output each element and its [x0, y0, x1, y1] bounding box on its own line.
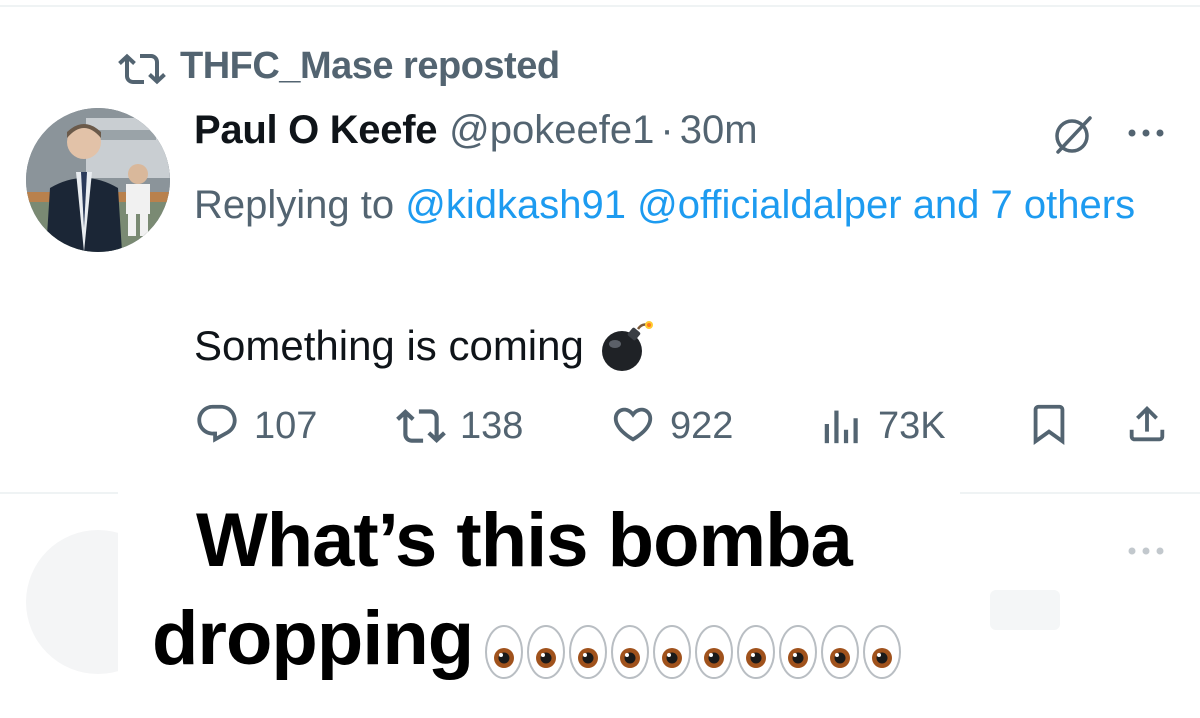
replying-prefix: Replying to	[194, 183, 395, 227]
caption-line-2-text: dropping	[152, 596, 474, 681]
mention-link[interactable]: @officialdalper	[637, 183, 901, 227]
caption-overlay: What’s this bomba dropping	[152, 492, 992, 688]
separator-dot: ·	[660, 108, 674, 152]
avatar[interactable]	[26, 108, 170, 252]
views-button[interactable]: 73K	[820, 398, 946, 454]
others-link[interactable]: and 7 others	[913, 183, 1135, 227]
reply-icon	[194, 401, 240, 452]
share-button[interactable]	[1124, 398, 1170, 454]
more-icon	[1126, 544, 1166, 558]
eyes-emoji	[567, 608, 609, 679]
repost-icon	[396, 401, 446, 452]
repost-indicator[interactable]: THFC_Mase reposted	[118, 40, 560, 92]
eyes-emoji-row	[483, 608, 903, 679]
eyes-emoji	[483, 608, 525, 679]
eyes-emoji	[609, 608, 651, 679]
eyes-emoji	[651, 608, 693, 679]
bookmark-icon	[1026, 401, 1072, 452]
caption-line-1: What’s this bomba	[196, 498, 853, 583]
eyes-emoji	[819, 608, 861, 679]
next-post-text	[990, 590, 1060, 630]
post-timestamp[interactable]: 30m	[680, 108, 758, 153]
heart-icon	[610, 401, 656, 452]
post-text: Something is coming	[194, 316, 654, 376]
like-count: 922	[670, 404, 734, 447]
eyes-emoji	[525, 608, 567, 679]
views-count: 73K	[878, 404, 946, 447]
views-icon	[820, 401, 864, 452]
reply-button[interactable]: 107	[194, 398, 317, 454]
author-handle[interactable]: @pokeefe1	[449, 108, 654, 153]
post-header: Paul O Keefe @pokeefe1 · 30m	[194, 108, 758, 160]
caption-line-2: dropping	[152, 590, 992, 688]
repost-count: 138	[460, 404, 524, 447]
grok-icon[interactable]	[1050, 112, 1096, 158]
author-display-name[interactable]: Paul O Keefe	[194, 108, 437, 153]
more-icon[interactable]	[1126, 126, 1166, 140]
bookmark-button[interactable]	[1026, 398, 1072, 454]
repost-button[interactable]: 138	[396, 398, 523, 454]
repost-icon	[118, 46, 166, 86]
eyes-emoji	[861, 608, 903, 679]
action-bar: 107 138 922 73K	[194, 398, 1184, 454]
bomb-emoji	[596, 317, 654, 375]
repost-text[interactable]: THFC_Mase reposted	[180, 45, 560, 88]
share-icon	[1124, 401, 1170, 452]
reply-count: 107	[254, 404, 318, 447]
like-button[interactable]: 922	[610, 398, 733, 454]
mention-link[interactable]: @kidkash91	[405, 183, 626, 227]
eyes-emoji	[777, 608, 819, 679]
eyes-emoji	[735, 608, 777, 679]
eyes-emoji	[693, 608, 735, 679]
replying-to: Replying to @kidkash91 @officialdalper a…	[194, 172, 1184, 238]
post-text-content: Something is coming	[194, 322, 584, 369]
top-divider	[0, 5, 1200, 7]
